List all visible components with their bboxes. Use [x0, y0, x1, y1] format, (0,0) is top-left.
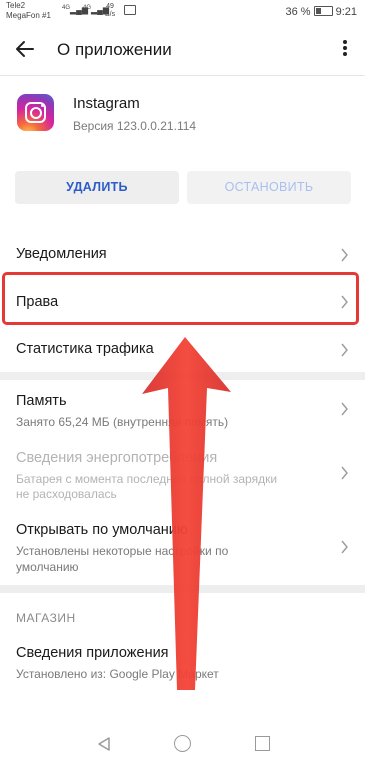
- arrow-left-icon[interactable]: [12, 36, 38, 62]
- message-icon: [124, 5, 136, 15]
- memory-subtitle: Занято 65,24 МБ (внутренняя память): [16, 415, 229, 429]
- more-vert-icon[interactable]: [338, 38, 352, 62]
- carrier-info: Tele2 MegaFon #1: [6, 1, 51, 21]
- battery-icon: [313, 6, 333, 16]
- energy-usage-row[interactable]: Сведения энергопотребления: [16, 450, 217, 466]
- carrier-2: MegaFon #1: [6, 11, 51, 20]
- triangle-back-icon[interactable]: [96, 736, 112, 752]
- status-bar: Tele2 MegaFon #1 4G▂▄▆ 4G▂▄▆ 49 B/s 36 %…: [0, 0, 365, 24]
- square-recent-icon[interactable]: [255, 736, 270, 751]
- network-type-1: 4G: [62, 5, 71, 11]
- energy-subtitle-1: Батарея с момента последней полной заряд…: [16, 472, 278, 486]
- carrier-1: Tele2: [6, 1, 26, 10]
- page-title: О приложении: [57, 40, 172, 59]
- clock: 9:21: [335, 6, 357, 18]
- app-name: Instagram: [73, 95, 140, 112]
- instagram-app-icon: [17, 94, 54, 131]
- defaults-subtitle-1: Установлены некоторые настройки по: [16, 544, 229, 558]
- chevron-right-icon: [341, 540, 348, 554]
- stop-button[interactable]: ОСТАНОВИТЬ: [187, 171, 351, 204]
- header-divider: [0, 75, 365, 76]
- section-divider: [0, 585, 365, 593]
- app-version: Версия 123.0.0.21.114: [73, 119, 197, 133]
- network-type-2: 4G: [83, 5, 92, 11]
- energy-subtitle-2: не расходовалась: [16, 487, 117, 501]
- section-divider: [0, 372, 365, 380]
- memory-row[interactable]: Память: [16, 393, 67, 409]
- chevron-right-icon: [341, 402, 348, 416]
- store-section-label: МАГАЗИН: [16, 611, 76, 625]
- chevron-right-icon: [341, 466, 348, 480]
- highlight-box: [2, 272, 359, 325]
- defaults-subtitle-2: умолчанию: [16, 560, 79, 574]
- status-right: 36 % 9:21: [285, 6, 357, 18]
- app-details-subtitle: Установлено из: Google Play Маркет: [16, 667, 219, 681]
- delete-button[interactable]: УДАЛИТЬ: [15, 171, 179, 204]
- network-speed: 49 B/s: [105, 3, 115, 19]
- circle-home-icon[interactable]: [174, 735, 191, 752]
- notifications-row[interactable]: Уведомления: [16, 246, 107, 262]
- traffic-stats-row[interactable]: Статистика трафика: [16, 341, 154, 357]
- speed-value: 49: [106, 3, 114, 10]
- chevron-right-icon: [341, 248, 348, 262]
- chevron-right-icon: [341, 343, 348, 357]
- open-by-default-row[interactable]: Открывать по умолчанию: [16, 522, 188, 538]
- speed-unit: B/s: [105, 11, 116, 18]
- battery-percent: 36 %: [285, 6, 311, 18]
- app-details-row[interactable]: Сведения приложения: [16, 645, 169, 661]
